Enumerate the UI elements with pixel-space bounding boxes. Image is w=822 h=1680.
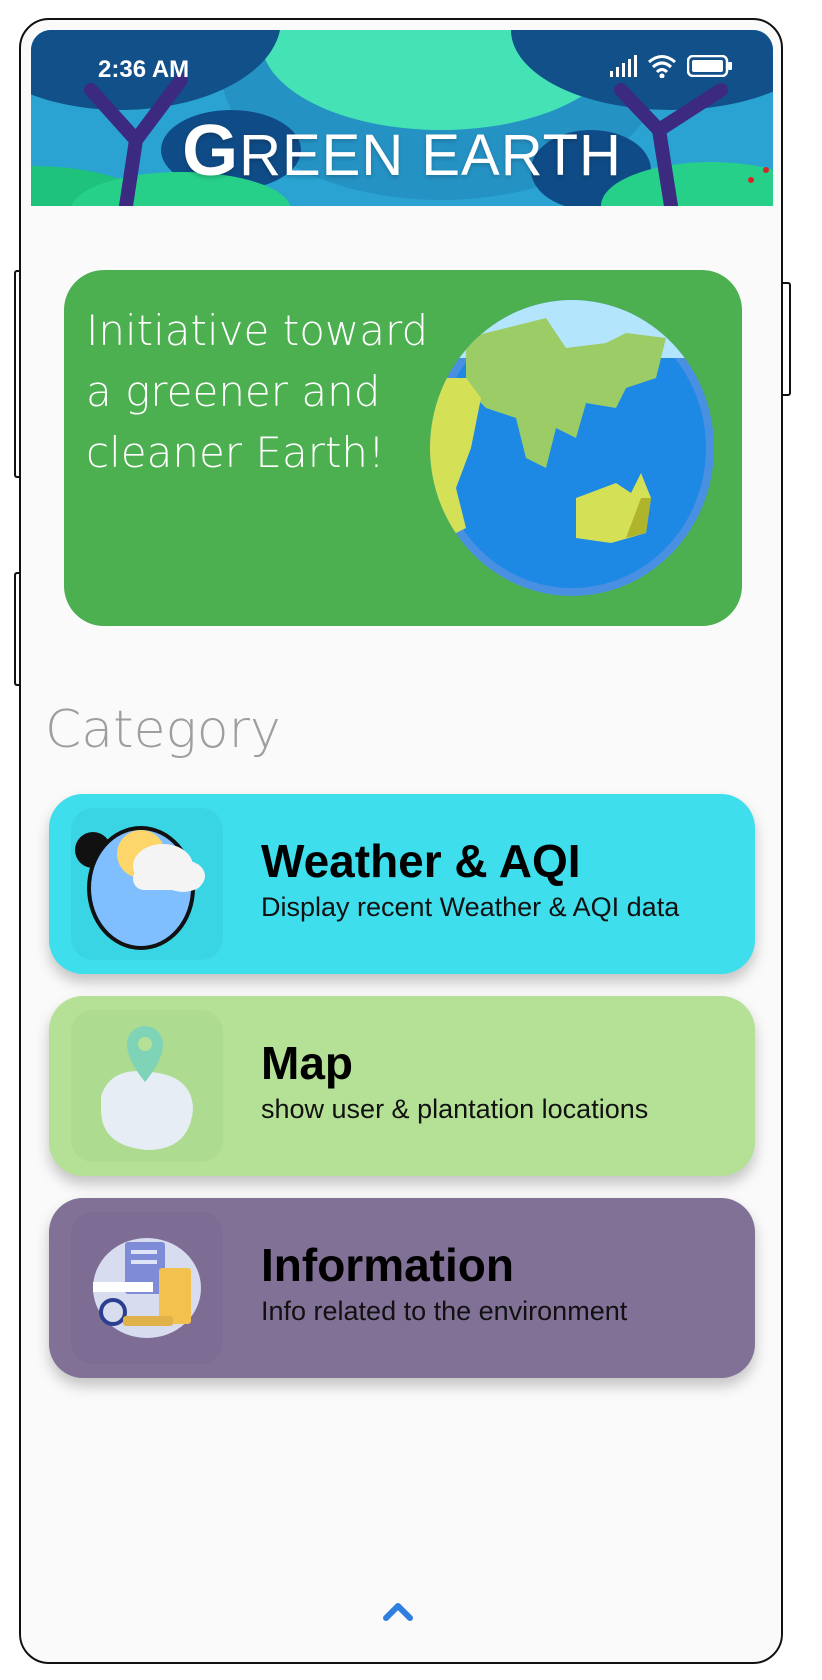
- weather-aqi-title: Weather & AQI: [261, 835, 581, 887]
- banner-line-1: Initiative toward: [86, 306, 429, 355]
- status-icons: [609, 54, 733, 78]
- wifi-icon: [648, 55, 676, 78]
- category-heading: Category: [45, 700, 281, 760]
- chevron-up-icon[interactable]: [383, 1600, 413, 1622]
- map-subtitle: show user & plantation locations: [261, 1094, 649, 1124]
- information-title: Information: [261, 1239, 514, 1291]
- map-card[interactable]: Map show user & plantation locations: [49, 996, 755, 1176]
- battery-icon: [687, 55, 732, 77]
- weather-aqi-card[interactable]: Weather & AQI Display recent Weather & A…: [49, 794, 755, 974]
- weather-icon-box: [71, 808, 223, 960]
- app-title-rest: REEN EARTH: [239, 123, 622, 188]
- weather-aqi-subtitle: Display recent Weather & AQI data: [261, 892, 680, 922]
- information-subtitle: Info related to the environment: [261, 1296, 628, 1326]
- information-icon-box: [71, 1212, 223, 1364]
- signal-icon: [610, 55, 637, 77]
- status-time: 2:36 AM: [98, 56, 190, 83]
- phone-frame: 2:36 AM GREEN EARTH Initiative toward a …: [19, 18, 783, 1664]
- banner-line-3: cleaner Earth!: [86, 428, 385, 477]
- information-card[interactable]: Information Info related to the environm…: [49, 1198, 755, 1378]
- banner-text: Initiative toward a greener and cleaner …: [86, 300, 446, 483]
- map-icon-box: [71, 1010, 223, 1162]
- banner-line-2: a greener and: [86, 367, 381, 416]
- map-pin-icon: [101, 1026, 193, 1150]
- map-title: Map: [261, 1037, 353, 1089]
- initiative-banner: Initiative toward a greener and cleaner …: [64, 270, 742, 626]
- app-title-first-letter: G: [182, 111, 240, 191]
- information-icon: [93, 1238, 201, 1338]
- globe-icon: [430, 300, 714, 596]
- weather-icon: [75, 826, 205, 950]
- app-header: 2:36 AM GREEN EARTH: [31, 30, 773, 206]
- app-title: GREEN EARTH: [31, 110, 773, 192]
